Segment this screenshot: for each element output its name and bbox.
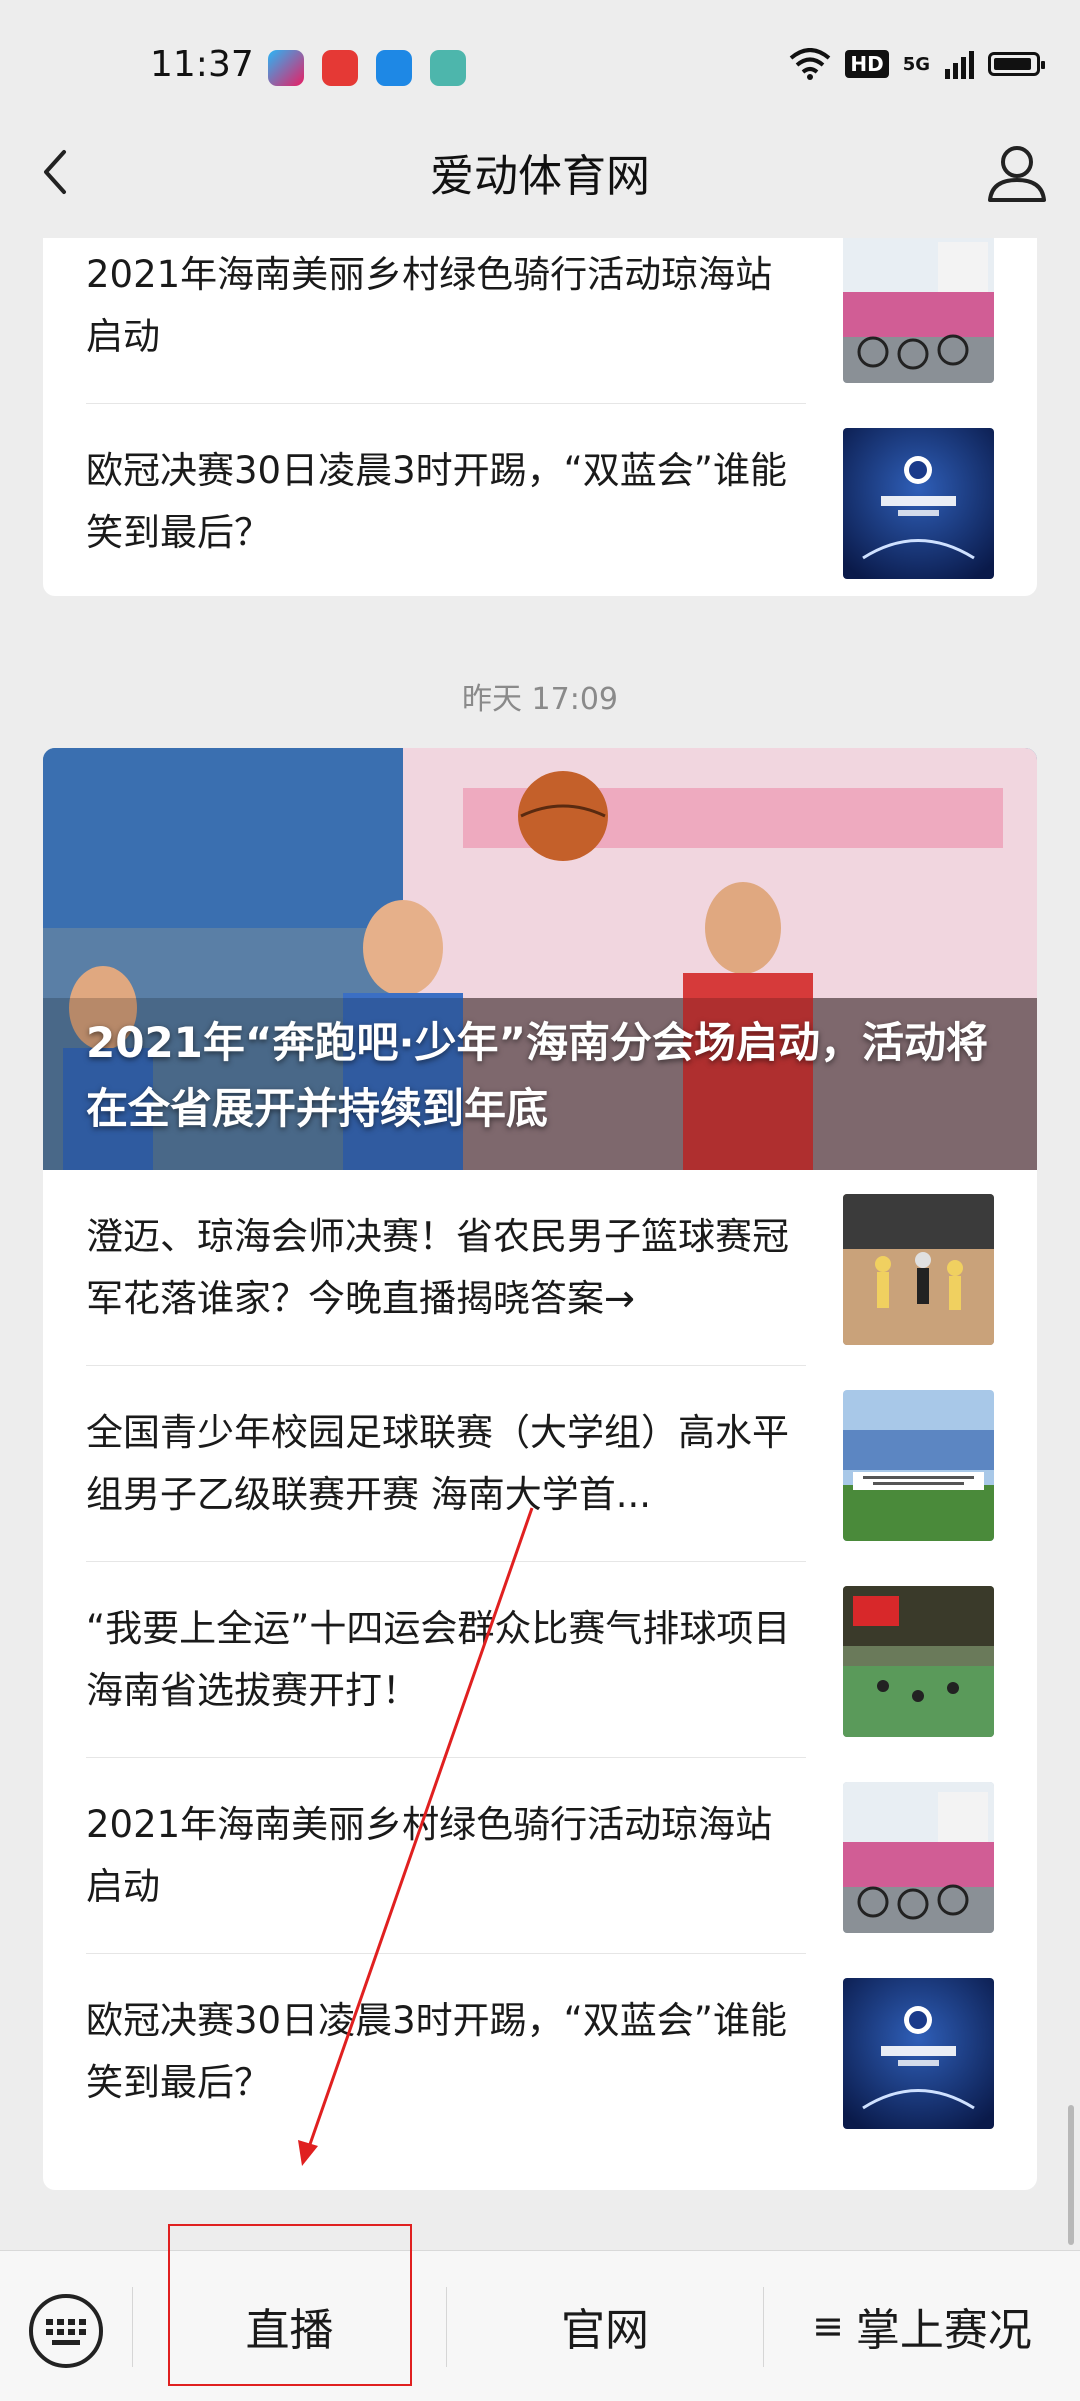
article-thumbnail-champions-league [843, 428, 994, 579]
article-item[interactable]: 澄迈、琼海会师决赛！省农民男子篮球赛冠军花落谁家？今晚直播揭晓答案→ [86, 1170, 994, 1366]
article-card: 2021年“奔跑吧·少年”海南分会场启动，活动将在全省展开并持续到年底 澄迈、琼… [43, 748, 1037, 2190]
article-item[interactable]: 欧冠决赛30日凌晨3时开踢，“双蓝会”谁能笑到最后？ [86, 404, 994, 596]
wifi-icon [790, 48, 831, 80]
article-title: 2021年海南美丽乡村绿色骑行活动琼海站启动 [86, 253, 773, 358]
article-card: 2021年海南美丽乡村绿色骑行活动琼海站启动 欧冠决赛30日凌晨3时开踢，“双蓝… [43, 238, 1037, 596]
article-title: 澄迈、琼海会师决赛！省农民男子篮球赛冠军花落谁家？今晚直播揭晓答案→ [86, 1215, 789, 1320]
menu-live-scores-label: 掌上赛况 [855, 2305, 1032, 2356]
article-thumbnail-football [843, 1390, 994, 1541]
article-thumbnail-basketball [843, 1194, 994, 1345]
youku-app-icon [268, 50, 304, 86]
red-app-icon [322, 50, 358, 86]
menu-official-site-label: 官网 [561, 2305, 649, 2356]
article-item[interactable]: 2021年海南美丽乡村绿色骑行活动琼海站启动 [86, 1758, 994, 1954]
article-item[interactable]: 全国青少年校园足球联赛（大学组）高水平组男子乙级联赛开赛 海南大学首... [86, 1366, 994, 1562]
article-title: 全国青少年校园足球联赛（大学组）高水平组男子乙级联赛开赛 海南大学首... [86, 1411, 789, 1516]
menu-hamburger-icon: ≡ [812, 2304, 844, 2348]
article-title: 2021年海南美丽乡村绿色骑行活动琼海站启动 [86, 1803, 773, 1908]
signal-icon [945, 51, 974, 79]
hero-article[interactable]: 2021年“奔跑吧·少年”海南分会场启动，活动将在全省展开并持续到年底 [43, 748, 1037, 1170]
status-time: 11:37 [150, 44, 254, 85]
keyboard-icon[interactable] [28, 2293, 104, 2369]
notification-icons [268, 50, 466, 86]
menu-live-label: 直播 [245, 2305, 334, 2356]
hd-badge: HD [845, 50, 889, 78]
article-item[interactable]: 欧冠决赛30日凌晨3时开踢，“双蓝会”谁能笑到最后？ [86, 1954, 994, 2150]
status-indicators: HD 5G [789, 48, 1045, 80]
article-thumbnail-cycling [843, 1782, 994, 1933]
article-title: 欧冠决赛30日凌晨3时开踢，“双蓝会”谁能笑到最后？ [86, 449, 787, 554]
blue-app-icon [376, 50, 412, 86]
article-thumbnail-cycling [843, 238, 994, 383]
scrollbar[interactable] [1068, 2105, 1074, 2245]
bottom-menu: 直播 官网 ≡ 掌上赛况 [0, 2250, 1080, 2401]
nav-bar: 爱动体育网 [0, 110, 1080, 238]
menu-official-site-button[interactable]: 官网 [447, 2251, 763, 2401]
article-thumbnail-champions-league [843, 1978, 994, 2129]
network-type: 5G [902, 53, 930, 75]
article-item[interactable]: 2021年海南美丽乡村绿色骑行活动琼海站启动 [86, 238, 994, 404]
message-feed[interactable]: 2021年海南美丽乡村绿色骑行活动琼海站启动 欧冠决赛30日凌晨3时开踢，“双蓝… [0, 238, 1080, 2232]
battery-icon [988, 52, 1045, 76]
article-title: 欧冠决赛30日凌晨3时开踢，“双蓝会”谁能笑到最后？ [86, 1999, 787, 2104]
profile-icon[interactable] [984, 140, 1050, 206]
page-title: 爱动体育网 [430, 151, 650, 202]
article-item[interactable]: “我要上全运”十四运会群众比赛气排球项目海南省选拔赛开打！ [86, 1562, 994, 1758]
green-app-icon [430, 50, 466, 86]
article-thumbnail-volleyball [843, 1586, 994, 1737]
message-timestamp: 昨天 17:09 [462, 682, 618, 717]
menu-live-button[interactable]: 直播 [133, 2251, 446, 2401]
article-title: “我要上全运”十四运会群众比赛气排球项目海南省选拔赛开打！ [86, 1607, 791, 1712]
menu-live-scores-button[interactable]: ≡ 掌上赛况 [764, 2251, 1080, 2401]
hero-title: 2021年“奔跑吧·少年”海南分会场启动，活动将在全省展开并持续到年底 [86, 1018, 989, 1133]
